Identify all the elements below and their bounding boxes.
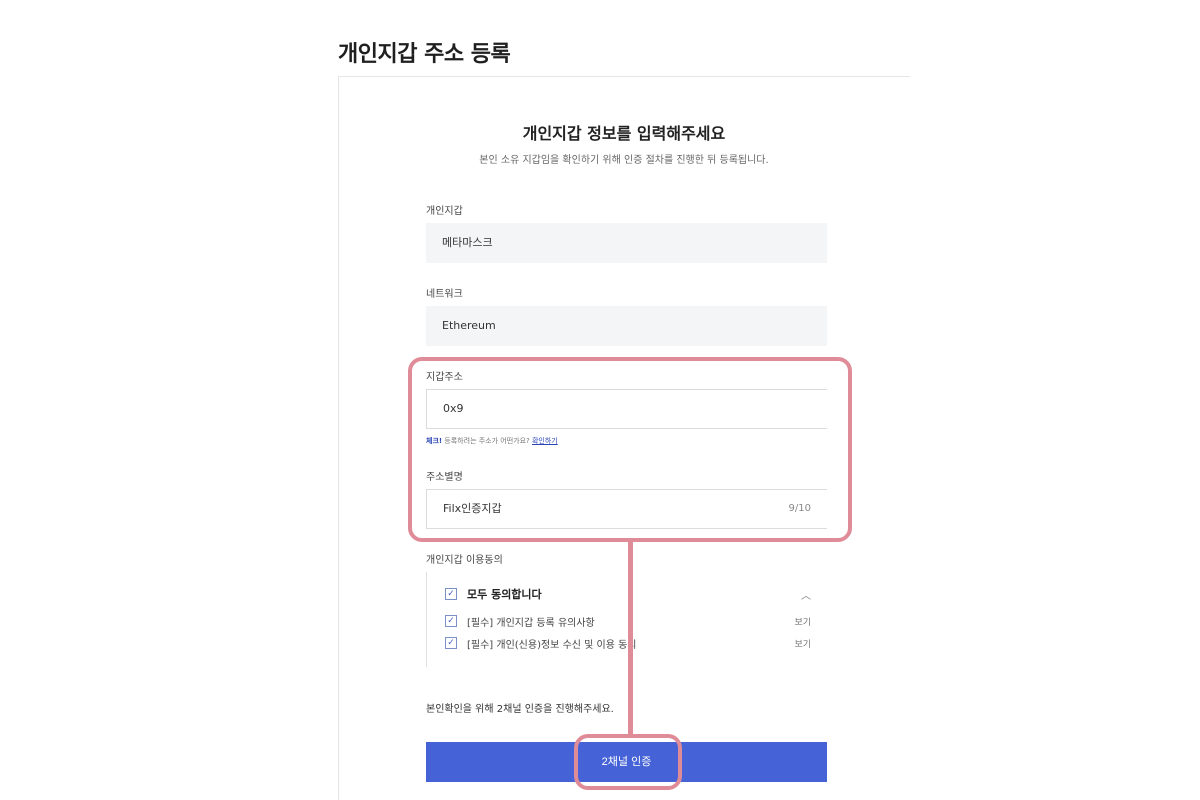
wallet-value: 메타마스크 [442,236,493,249]
agree-item-view-link[interactable]: 보기 [794,637,811,650]
address-label: 지갑주소 [426,372,463,383]
wallet-label: 개인지갑 [426,206,463,217]
wallet-select[interactable]: 메타마스크 [426,223,827,263]
hint-text: 등록하려는 주소가 어떤가요? [442,437,530,445]
checkmark-icon[interactable]: ✓ [445,588,457,600]
alias-input[interactable]: Filx인증지갑 9/10 [426,489,827,529]
agree-item-row[interactable]: ✓ [필수] 개인지갑 등록 유의사항 보기 [445,613,811,629]
checkmark-icon[interactable]: ✓ [445,637,457,649]
form-card [338,76,910,800]
agreement-box: ✓ 모두 동의합니다 ︿ ✓ [필수] 개인지갑 등록 유의사항 보기 ✓ [필… [426,572,827,667]
alias-char-counter: 9/10 [788,503,811,514]
agree-all-label: 모두 동의합니다 [467,588,542,601]
network-value: Ethereum [442,319,496,332]
page-title: 개인지갑 주소 등록 [338,42,511,67]
agree-all-row[interactable]: ✓ 모두 동의합니다 ︿ [445,586,811,602]
form-description: 본인 소유 지갑임을 확인하기 위해 인증 절차를 진행한 뒤 등록됩니다. [479,155,769,166]
agree-item-label: [필수] 개인지갑 등록 유의사항 [467,617,595,629]
agree-item-view-link[interactable]: 보기 [794,615,811,628]
verification-notice: 본인확인을 위해 2채널 인증을 진행해주세요. [426,704,614,715]
address-input[interactable]: 0x9 [426,389,827,429]
hint-strong: 체크! [426,437,443,445]
agree-item-label: [필수] 개인(신용)정보 수신 및 이용 동의 [467,639,637,651]
agree-item-row[interactable]: ✓ [필수] 개인(신용)정보 수신 및 이용 동의 보기 [445,635,811,651]
two-channel-auth-button[interactable]: 2채널 인증 [426,742,827,782]
checkmark-icon[interactable]: ✓ [445,615,457,627]
address-hint: 체크! 등록하려는 주소가 어떤가요? 확인하기 [426,436,558,446]
network-select[interactable]: Ethereum [426,306,827,346]
alias-value: Filx인증지갑 [443,502,502,515]
form-title: 개인지갑 정보를 입력해주세요 [522,124,726,143]
address-value: 0x9 [443,402,464,415]
chevron-up-icon[interactable]: ︿ [801,587,811,602]
alias-label: 주소별명 [426,472,463,483]
network-label: 네트워크 [426,289,463,300]
agreement-label: 개인지갑 이용동의 [426,555,503,566]
hint-check-link[interactable]: 확인하기 [532,437,558,445]
